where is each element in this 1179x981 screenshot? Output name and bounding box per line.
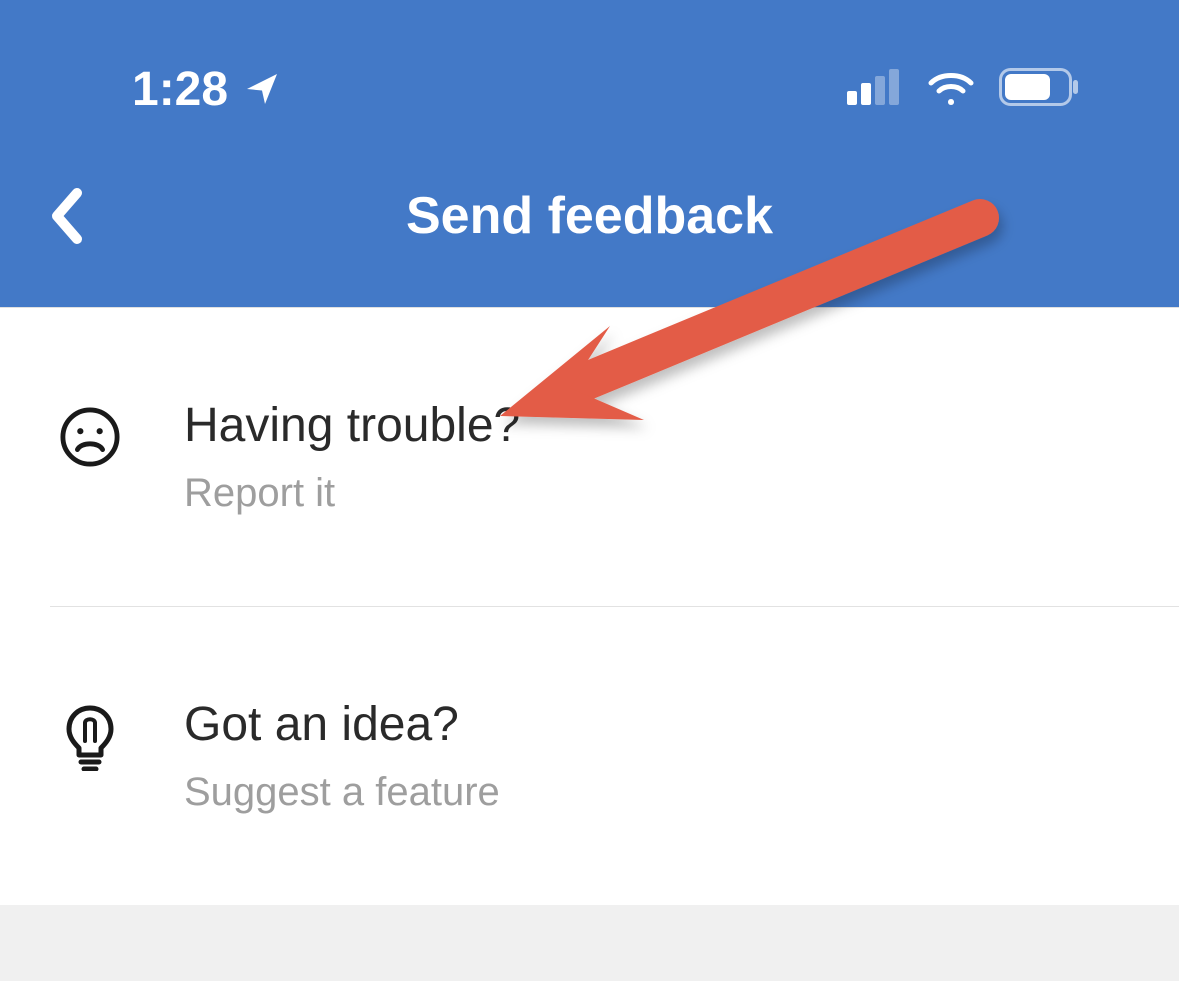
status-bar: 1:28 — [0, 0, 1179, 110]
report-trouble-title: Having trouble? — [184, 398, 520, 453]
nav-row: Send feedback — [0, 146, 1179, 286]
suggest-feature-subtitle: Suggest a feature — [184, 770, 500, 815]
lightbulb-icon — [60, 697, 120, 771]
suggest-feature-title: Got an idea? — [184, 697, 500, 752]
content-area: Having trouble? Report it Got an idea? S… — [0, 308, 1179, 905]
suggest-feature-item[interactable]: Got an idea? Suggest a feature — [0, 607, 1179, 905]
battery-icon — [999, 68, 1079, 111]
status-bar-right — [847, 68, 1079, 111]
report-trouble-subtitle: Report it — [184, 471, 520, 516]
header-bar: 1:28 — [0, 0, 1179, 308]
sad-face-icon — [60, 398, 120, 468]
back-button[interactable] — [36, 186, 96, 246]
cellular-signal-icon — [847, 69, 903, 110]
location-icon — [244, 71, 280, 107]
suggest-feature-text: Got an idea? Suggest a feature — [184, 697, 500, 815]
wifi-icon — [927, 69, 975, 110]
status-time: 1:28 — [132, 62, 228, 117]
report-trouble-item[interactable]: Having trouble? Report it — [0, 308, 1179, 606]
report-trouble-text: Having trouble? Report it — [184, 398, 520, 516]
status-bar-left: 1:28 — [132, 62, 280, 117]
chevron-left-icon — [49, 187, 83, 245]
page-title: Send feedback — [406, 186, 773, 246]
